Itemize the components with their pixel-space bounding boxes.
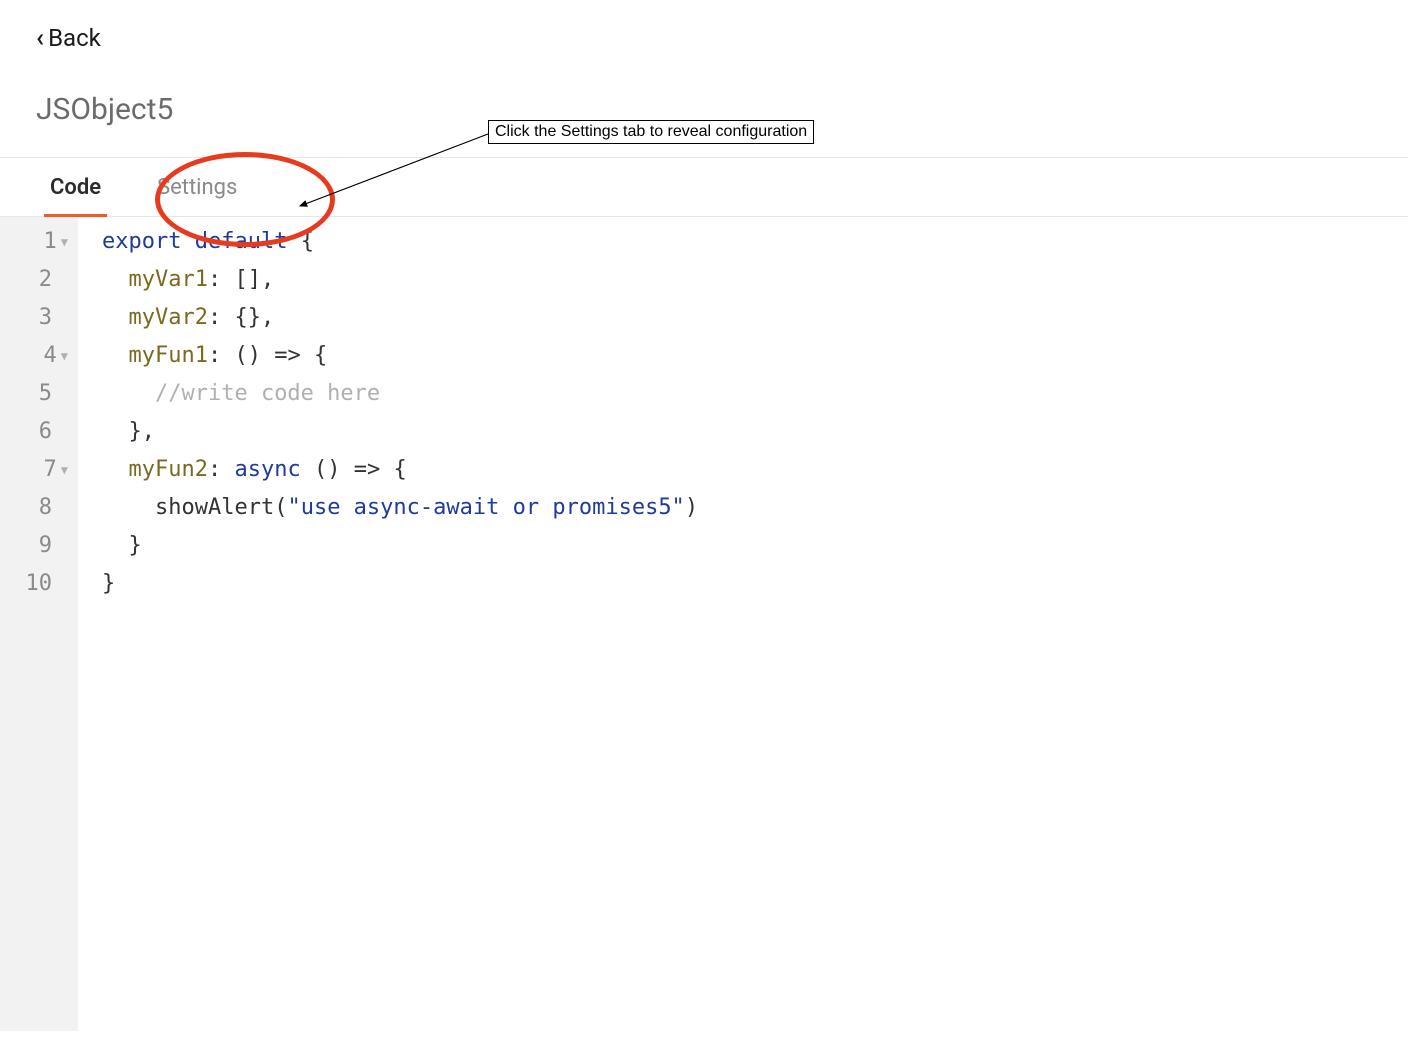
line-number: 4▼ [0, 337, 68, 375]
line-number: 2 [0, 261, 68, 299]
fold-icon[interactable]: ▼ [61, 337, 68, 375]
code-line[interactable]: myVar2: {}, [102, 299, 1408, 337]
editor-code-area[interactable]: export default { myVar1: [], myVar2: {},… [78, 217, 1408, 1031]
code-line[interactable]: }, [102, 413, 1408, 451]
line-number: 1▼ [0, 223, 68, 261]
annotation-text-box: Click the Settings tab to reveal configu… [488, 120, 814, 144]
line-number: 8 [0, 489, 68, 527]
code-editor[interactable]: 1▼234▼567▼8910 export default { myVar1: … [0, 217, 1408, 1031]
chevron-left-icon: ‹ [36, 25, 44, 51]
tab-code-label: Code [50, 175, 101, 200]
code-line[interactable]: //write code here [102, 375, 1408, 413]
fold-icon[interactable]: ▼ [61, 451, 68, 489]
tab-settings[interactable]: Settings [157, 158, 237, 216]
line-number: 3 [0, 299, 68, 337]
code-line[interactable]: } [102, 527, 1408, 565]
line-number: 6 [0, 413, 68, 451]
back-button[interactable]: ‹ Back [36, 24, 101, 52]
fold-icon[interactable]: ▼ [61, 223, 68, 261]
line-number: 9 [0, 527, 68, 565]
code-line[interactable]: showAlert("use async-await or promises5"… [102, 489, 1408, 527]
annotation-text: Click the Settings tab to reveal configu… [495, 123, 807, 140]
code-line[interactable]: export default { [102, 223, 1408, 261]
line-number: 5 [0, 375, 68, 413]
editor-gutter: 1▼234▼567▼8910 [0, 217, 78, 1031]
tab-bar: Code Settings [0, 157, 1408, 217]
code-line[interactable]: } [102, 565, 1408, 603]
code-line[interactable]: myFun2: async () => { [102, 451, 1408, 489]
line-number: 10 [0, 565, 68, 603]
tab-settings-label: Settings [157, 175, 237, 200]
code-line[interactable]: myVar1: [], [102, 261, 1408, 299]
line-number: 7▼ [0, 451, 68, 489]
back-label: Back [48, 24, 101, 52]
code-line[interactable]: myFun1: () => { [102, 337, 1408, 375]
tab-code[interactable]: Code [50, 158, 101, 216]
